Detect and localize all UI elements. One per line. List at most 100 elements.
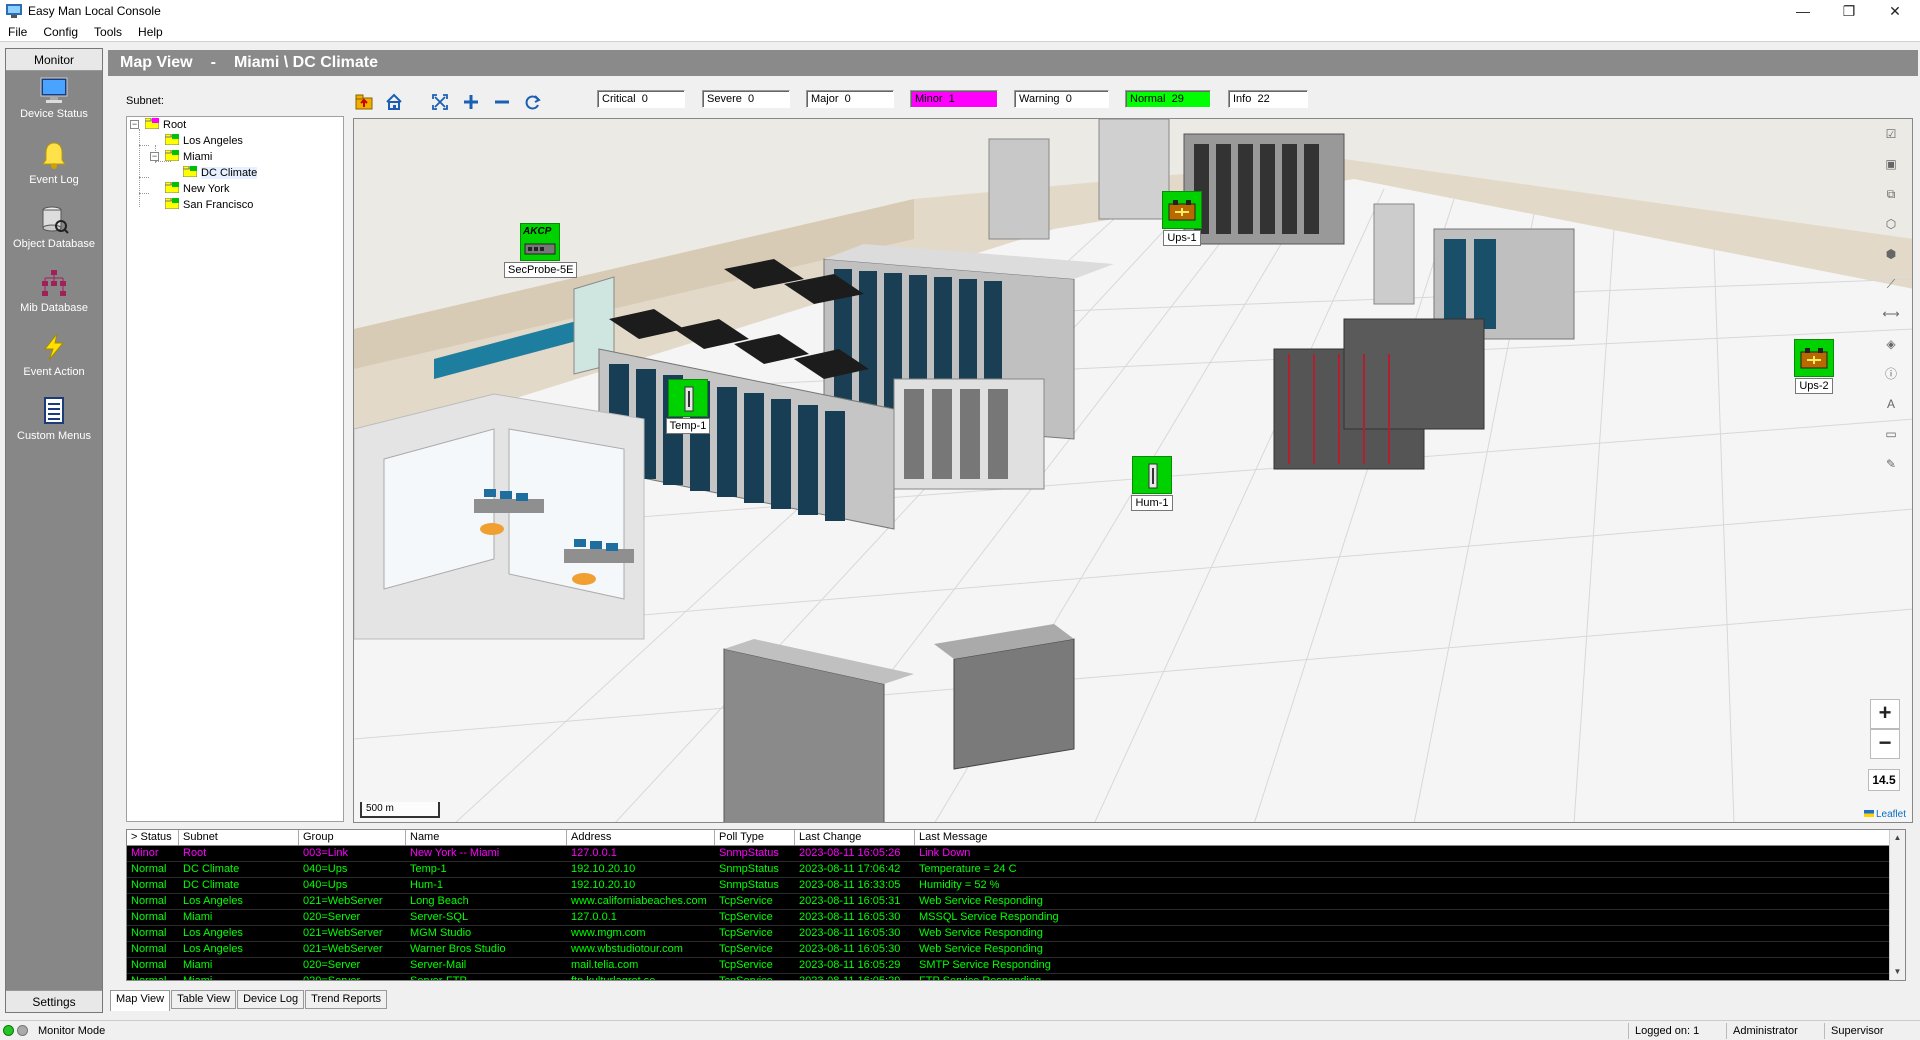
status-count-minor[interactable]: Minor 1 [910,90,998,108]
sidebar-item-event-action[interactable]: Event Action [6,327,102,391]
table-row[interactable]: Normal DC Climate 040=Ups Hum-1 192.10.20.10… [127,878,1905,894]
column-header-name[interactable]: Name [406,830,567,845]
sidebar-item-mib-database[interactable]: Mib Database [6,263,102,327]
status-count-warning[interactable]: Warning 0 [1014,90,1109,108]
tree-node-label: Root [163,119,187,131]
tab-device-log[interactable]: Device Log [237,990,305,1009]
zoom-in-icon[interactable] [461,92,481,112]
status-count-info[interactable]: Info 22 [1228,90,1308,108]
cell-last-message: Temperature = 24 C [919,863,1017,875]
fit-to-screen-icon[interactable] [430,92,450,112]
device-hum-1[interactable]: Hum-1 [1129,456,1175,511]
close-button[interactable]: ✕ [1872,0,1918,22]
status-count-major[interactable]: Major 0 [806,90,894,108]
cell-name: Long Beach [410,895,469,907]
link-tool-icon[interactable]: ⟷ [1882,305,1900,323]
device-ups-2[interactable]: Ups-2 [1789,339,1839,394]
shape-tool-icon[interactable]: ⬢ [1882,245,1900,263]
tree-node-los-angeles[interactable]: Los Angeles [165,133,243,149]
info-tool-icon[interactable]: ⓘ [1882,365,1900,383]
sidebar-header[interactable]: Monitor [6,49,102,71]
device-secprobe-5e[interactable]: AKCP SecProbe-5E [504,223,578,278]
tree-node-miami[interactable]: Miami [165,149,212,165]
edit-tool-icon[interactable]: ✎ [1882,455,1900,473]
sidebar-item-label: Event Log [29,174,79,186]
table-row[interactable]: Normal Miami 020=Server Server-SQL 127.0.0.1… [127,910,1905,926]
ups-battery-icon [1162,191,1202,229]
tab-trend-reports[interactable]: Trend Reports [305,990,388,1009]
tree-node-new-york[interactable]: New York [165,181,229,197]
rectangle-tool-icon[interactable]: ▣ [1882,155,1900,173]
column-header-last-change[interactable]: Last Change [795,830,915,845]
menu-tools[interactable]: Tools [86,22,130,39]
table-row[interactable]: Normal Los Angeles 021=WebServer MGM Studio… [127,926,1905,942]
home-icon[interactable] [384,92,404,112]
table-row[interactable]: Normal Los Angeles 021=WebServer Warner Bro… [127,942,1905,958]
menu-config[interactable]: Config [35,22,86,39]
tree-expander-root[interactable]: − [130,120,139,129]
zoom-out-icon[interactable] [492,92,512,112]
layers-tool-icon[interactable]: ⧉ [1882,185,1900,203]
map-zoom-in-button[interactable]: + [1870,699,1900,729]
tree-node-dc-climate[interactable]: DC Climate [183,165,258,181]
device-label: Temp-1 [665,418,711,434]
settings-button[interactable]: Settings [6,990,102,1012]
table-row[interactable]: Minor Root 003=Link New York -- Miami 127.0.… [127,846,1905,862]
cell-status: Normal [131,911,167,923]
column-header-group[interactable]: Group [299,830,406,845]
table-row[interactable]: Normal Miami 020=Server Server-Mail mail.tel… [127,958,1905,974]
cell-group: 040=Ups [303,879,348,891]
tree-expander-miami[interactable]: − [150,152,159,161]
text-tool-icon[interactable]: A [1882,395,1900,413]
table-scrollbar[interactable]: ▲ ▼ [1889,830,1905,980]
column-header-status[interactable]: > Status [127,830,179,845]
hexagon-tool-icon[interactable]: ⬡ [1882,215,1900,233]
device-temp-1[interactable]: Temp-1 [661,379,715,434]
cell-poll-type: TcpService [719,911,773,923]
cell-last-message: SMTP Service Responding [919,959,1051,971]
table-row[interactable]: Normal Los Angeles 021=WebServer Long Beach… [127,894,1905,910]
status-count-critical[interactable]: Critical 0 [597,90,685,108]
tree-node-root[interactable]: Root [145,117,186,133]
table-row[interactable]: Normal Miami 020=Server Server-FTP ftp.kultu… [127,974,1905,981]
maximize-button[interactable]: ❐ [1826,0,1872,22]
menu-help[interactable]: Help [130,22,171,39]
scroll-up-icon[interactable]: ▲ [1890,830,1905,846]
diamond-tool-icon[interactable]: ◈ [1882,335,1900,353]
cell-status: Normal [131,863,167,875]
events-table[interactable]: > Status Subnet Group Name Address Poll … [126,829,1906,981]
column-header-poll-type[interactable]: Poll Type [715,830,795,845]
scroll-down-icon[interactable]: ▼ [1890,964,1905,980]
box-tool-icon[interactable]: ▭ [1882,425,1900,443]
table-header: > Status Subnet Group Name Address Poll … [127,830,1905,846]
sidebar-item-object-database[interactable]: Object Database [6,199,102,263]
map-attribution[interactable]: Leaflet [1863,809,1906,820]
minimize-button[interactable]: — [1780,0,1826,22]
tab-map-view[interactable]: Map View [110,990,171,1011]
subnet-path: Miami \ DC Climate [233,54,378,71]
database-icon [42,206,69,234]
map-zoom-out-button[interactable]: − [1870,729,1900,759]
status-count-normal[interactable]: Normal 29 [1125,90,1211,108]
sidebar-item-device-status[interactable]: Device Status [6,71,102,135]
folder-up-icon[interactable] [354,92,374,112]
tab-table-view[interactable]: Table View [171,990,237,1009]
secondary-status-icon [17,1025,28,1036]
device-ups-1[interactable]: Ups-1 [1157,191,1207,246]
column-header-subnet[interactable]: Subnet [179,830,299,845]
menu-file[interactable]: File [0,22,35,39]
table-row[interactable]: Normal DC Climate 040=Ups Temp-1 192.10.20.1… [127,862,1905,878]
refresh-icon[interactable] [523,92,543,112]
status-count-severe[interactable]: Severe 0 [702,90,790,108]
tree-node-san-francisco[interactable]: San Francisco [165,197,253,213]
diagonal-line-tool-icon[interactable]: ⟋ [1882,275,1900,293]
checkbox-tool-icon[interactable]: ☑ [1882,125,1900,143]
cell-last-change: 2023-08-11 16:05:29 [799,975,901,981]
cell-last-change: 2023-08-11 16:05:29 [799,959,901,971]
sidebar-item-event-log[interactable]: Event Log [6,135,102,199]
sidebar-item-custom-menus[interactable]: Custom Menus [6,391,102,455]
cell-last-message: MSSQL Service Responding [919,911,1059,923]
column-header-address[interactable]: Address [567,830,715,845]
column-header-last-message[interactable]: Last Message [915,830,1905,845]
map-view[interactable]: AKCP SecProbe-5E Ups-1 Temp-1 Hum-1 Ups-… [353,118,1913,823]
